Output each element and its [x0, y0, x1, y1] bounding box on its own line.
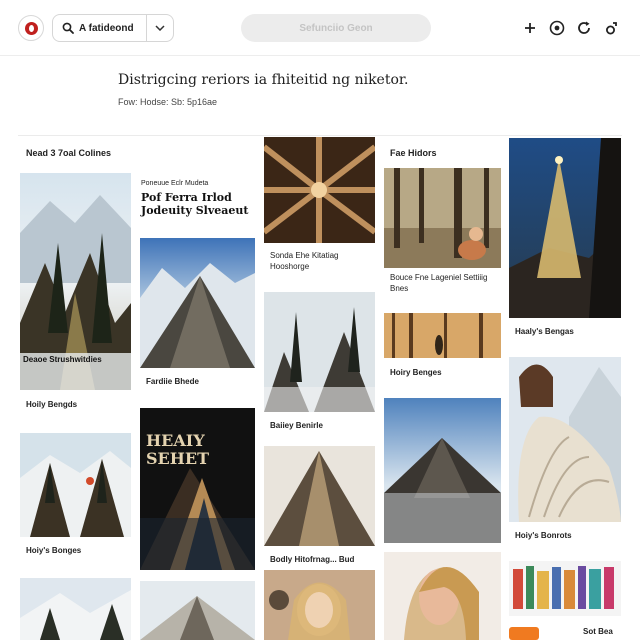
pin-caption: Fardiie Bhede: [146, 377, 199, 386]
pin-snow-forest[interactable]: [20, 578, 131, 640]
pin-twin-peaks[interactable]: [20, 433, 131, 537]
pin-bookshelf[interactable]: [509, 561, 621, 616]
pin-image: [264, 292, 375, 412]
pin-mountain-valley[interactable]: Deaoe Strushwitdies: [20, 173, 131, 390]
plus-icon[interactable]: [519, 17, 541, 39]
pin-image: [384, 313, 501, 358]
pin-caption: Hoiry Benges: [390, 368, 442, 377]
pin-image: [20, 433, 131, 537]
pin-snow-road[interactable]: [140, 581, 255, 640]
pin-mountain-ridge[interactable]: [140, 238, 255, 368]
pin-autumn-forest[interactable]: [384, 313, 501, 358]
pin-orange-tag[interactable]: [509, 627, 539, 640]
pin-image: [140, 581, 255, 640]
header-divider: [18, 135, 622, 136]
pin-image: [264, 137, 375, 243]
poster-text: HEAIY SEHET: [146, 431, 209, 468]
pin-caption: Hoiy's Bonrots: [515, 531, 572, 540]
pin-image: [509, 357, 621, 522]
pin-portrait-woman[interactable]: [264, 570, 375, 640]
pin-image: [20, 578, 131, 640]
pin-radial-wood[interactable]: [264, 137, 375, 243]
pin-overlay-text: Deaoe Strushwitdies: [23, 355, 102, 364]
pin-headline: Pof Ferra Irlod Jodeuity Slveaeut: [141, 191, 249, 217]
pin-image: [264, 446, 375, 546]
pin-lone-figure[interactable]: [384, 398, 501, 543]
search-icon[interactable]: [57, 15, 79, 41]
pin-glowing-tree[interactable]: [509, 138, 621, 318]
center-pill-button[interactable]: Sefunciio Geon: [241, 14, 431, 42]
pin-ridge-sepia[interactable]: [264, 446, 375, 546]
pin-image: [509, 561, 621, 616]
pin-image: [384, 552, 501, 640]
pin-forest-reader[interactable]: [384, 168, 501, 268]
pin-caption: Bodly Hitofrnag... Bud: [270, 555, 355, 564]
pin-small-title: Poneuue Eclr Mudeta: [141, 180, 209, 187]
pin-portrait-profile[interactable]: [384, 552, 501, 640]
pin-image: [264, 570, 375, 640]
search-box[interactable]: A fatideond: [52, 14, 174, 42]
pin-image: [384, 168, 501, 268]
notifications-icon[interactable]: [546, 17, 568, 39]
pin-image: [140, 238, 255, 368]
search-input[interactable]: A fatideond: [79, 23, 146, 34]
pin-poster[interactable]: HEAIY SEHET: [140, 408, 255, 570]
center-pill-label: Sefunciio Geon: [299, 22, 373, 34]
pin-caption: Haaly's Bengas: [515, 327, 574, 336]
pin-caption: Hoiy's Bonges: [26, 546, 82, 555]
column-label-4: Fae Hidors: [390, 148, 437, 158]
page-title: Distrigcing reriors ia fhiteitid ng nike…: [118, 72, 409, 88]
pin-caption: Sonda Ehe Kitatiag Hooshorge: [270, 251, 339, 271]
pin-caption: Sot Bea: [583, 627, 613, 636]
top-bar: A fatideond Sefunciio Geon: [0, 0, 640, 56]
logo-icon[interactable]: [18, 15, 44, 41]
page-subtitle: Fow: Hodse: Sb: 5p16ae: [118, 97, 218, 107]
pin-caption: Baiiey Benirle: [270, 421, 323, 430]
pin-image: [509, 138, 621, 318]
refresh-icon[interactable]: [573, 17, 595, 39]
chevron-down-icon[interactable]: [147, 15, 173, 41]
pin-misty-peaks[interactable]: [264, 292, 375, 412]
pin-caption: Bouce Fne Lageniel Settiiig Bnes: [390, 273, 488, 293]
account-icon[interactable]: [601, 17, 623, 39]
pin-portrait-gown[interactable]: [509, 357, 621, 522]
pin-caption: Hoily Bengds: [26, 400, 78, 409]
pin-image: [384, 398, 501, 543]
column-label-1: Nead 3 7oal Colines: [26, 148, 112, 158]
